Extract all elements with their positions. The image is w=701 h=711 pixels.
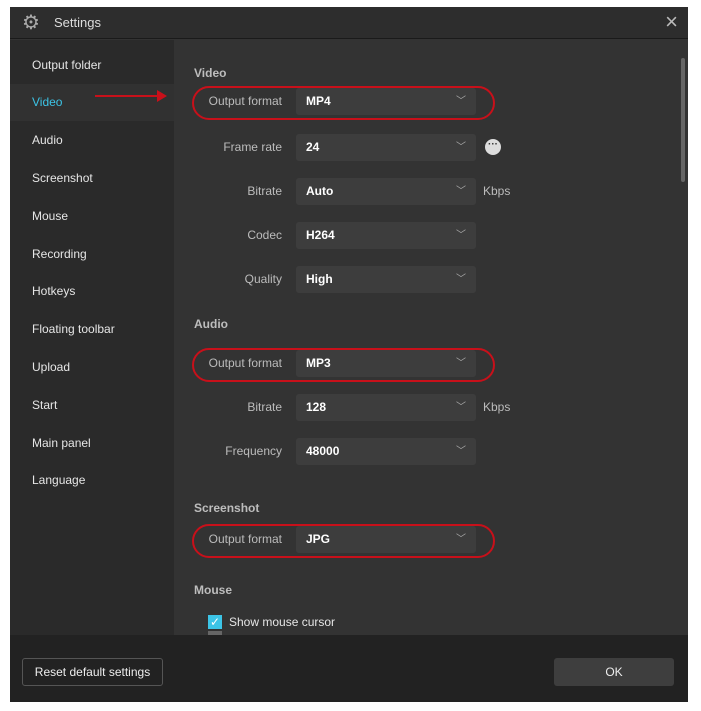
frame-rate-label: Frame rate	[223, 140, 282, 154]
close-icon[interactable]: ×	[665, 11, 678, 33]
sidebar-item-main-panel[interactable]: Main panel	[10, 425, 174, 462]
show-mouse-cursor-checkbox[interactable]: ✓	[208, 615, 222, 629]
audio-bitrate-label: Bitrate	[247, 400, 282, 414]
chevron-down-icon: ﹀	[456, 274, 466, 285]
settings-content: Video Output format MP4 ﹀ Frame rate 24 ﹀ …	[174, 40, 688, 645]
sidebar-item-audio[interactable]: Audio	[10, 122, 174, 159]
video-bitrate-select[interactable]: Auto ﹀	[296, 178, 476, 205]
chevron-down-icon: ﹀	[456, 358, 466, 369]
sidebar-item-output-folder[interactable]: Output folder	[10, 47, 174, 84]
screenshot-header: Screenshot	[194, 501, 260, 515]
chevron-down-icon: ﹀	[456, 96, 466, 107]
select-value: MP4	[306, 94, 331, 108]
select-value: 24	[306, 140, 320, 154]
sidebar-item-mouse[interactable]: Mouse	[10, 198, 174, 235]
select-value: JPG	[306, 532, 331, 546]
more-options-icon[interactable]: ···	[485, 139, 501, 155]
codec-select[interactable]: H264 ﹀	[296, 222, 476, 249]
reset-default-settings-button[interactable]: Reset default settings	[22, 658, 163, 686]
footer: Reset default settings OK	[10, 635, 688, 702]
annotation-arrow	[95, 90, 167, 102]
audio-bitrate-unit: Kbps	[483, 400, 511, 414]
frequency-select[interactable]: 48000 ﹀	[296, 438, 476, 465]
select-value: 48000	[306, 444, 340, 458]
sidebar-item-start[interactable]: Start	[10, 387, 174, 424]
frequency-label: Frequency	[225, 444, 282, 458]
chevron-down-icon: ﹀	[456, 142, 466, 153]
quality-select[interactable]: High ﹀	[296, 266, 476, 293]
codec-label: Codec	[247, 228, 282, 242]
settings-window: ⚙ Settings × Output folder Video Audio S…	[10, 7, 688, 702]
select-value: Auto	[306, 184, 334, 198]
mouse-header: Mouse	[194, 583, 233, 597]
audio-bitrate-select[interactable]: 128 ﹀	[296, 394, 476, 421]
sidebar-item-recording[interactable]: Recording	[10, 236, 174, 273]
video-output-format-select[interactable]: MP4 ﹀	[296, 88, 476, 115]
screenshot-output-format-label: Output format	[208, 532, 282, 546]
video-header: Video	[194, 66, 227, 80]
select-value: 128	[306, 400, 327, 414]
chevron-down-icon: ﹀	[456, 534, 466, 545]
video-bitrate-unit: Kbps	[483, 184, 511, 198]
title-bar: ⚙ Settings ×	[10, 7, 688, 39]
select-value: High	[306, 272, 333, 286]
gear-icon: ⚙	[22, 12, 40, 34]
select-value: MP3	[306, 356, 331, 370]
sidebar-item-screenshot[interactable]: Screenshot	[10, 160, 174, 197]
sidebar-item-floating-toolbar[interactable]: Floating toolbar	[10, 311, 174, 348]
sidebar-item-upload[interactable]: Upload	[10, 349, 174, 386]
chevron-down-icon: ﹀	[456, 230, 466, 241]
chevron-down-icon: ﹀	[456, 186, 466, 197]
sidebar: Output folder Video Audio Screenshot Mou…	[10, 40, 174, 635]
audio-output-format-select[interactable]: MP3 ﹀	[296, 350, 476, 377]
sidebar-item-language[interactable]: Language	[10, 462, 174, 499]
chevron-down-icon: ﹀	[456, 446, 466, 457]
sidebar-item-hotkeys[interactable]: Hotkeys	[10, 273, 174, 310]
chevron-down-icon: ﹀	[456, 402, 466, 413]
ok-button[interactable]: OK	[554, 658, 674, 686]
video-bitrate-label: Bitrate	[247, 184, 282, 198]
sidebar-item-video[interactable]: Video	[10, 84, 174, 121]
audio-header: Audio	[194, 317, 228, 331]
select-value: H264	[306, 228, 335, 242]
quality-label: Quality	[244, 272, 282, 286]
video-output-format-label: Output format	[208, 94, 282, 108]
window-title: Settings	[54, 15, 101, 30]
audio-output-format-label: Output format	[208, 356, 282, 370]
frame-rate-select[interactable]: 24 ﹀	[296, 134, 476, 161]
screenshot-output-format-select[interactable]: JPG ﹀	[296, 526, 476, 553]
scrollbar[interactable]	[681, 58, 685, 182]
show-mouse-cursor-label: Show mouse cursor	[229, 615, 336, 629]
